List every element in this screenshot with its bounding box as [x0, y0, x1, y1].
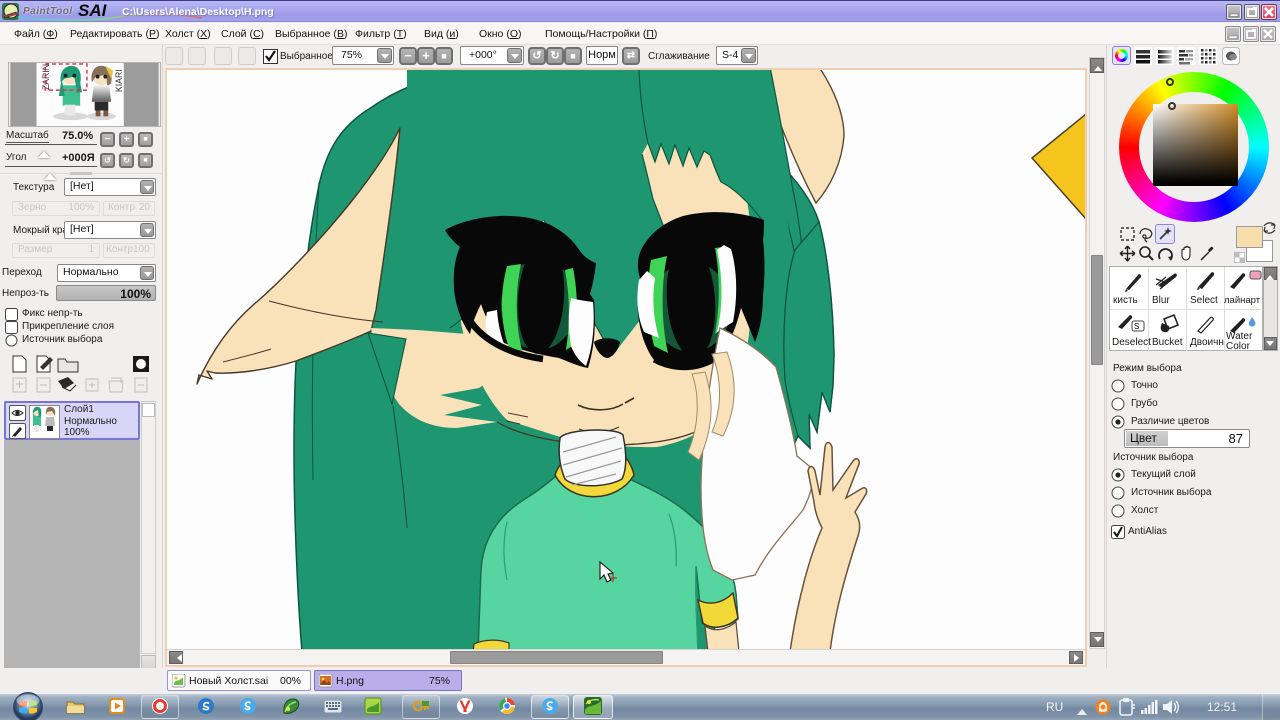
svg-text:ZARINA: ZARINA — [41, 62, 51, 90]
svg-text:KIARI: KIARI — [114, 69, 124, 92]
svg-text:S: S — [1134, 322, 1139, 331]
